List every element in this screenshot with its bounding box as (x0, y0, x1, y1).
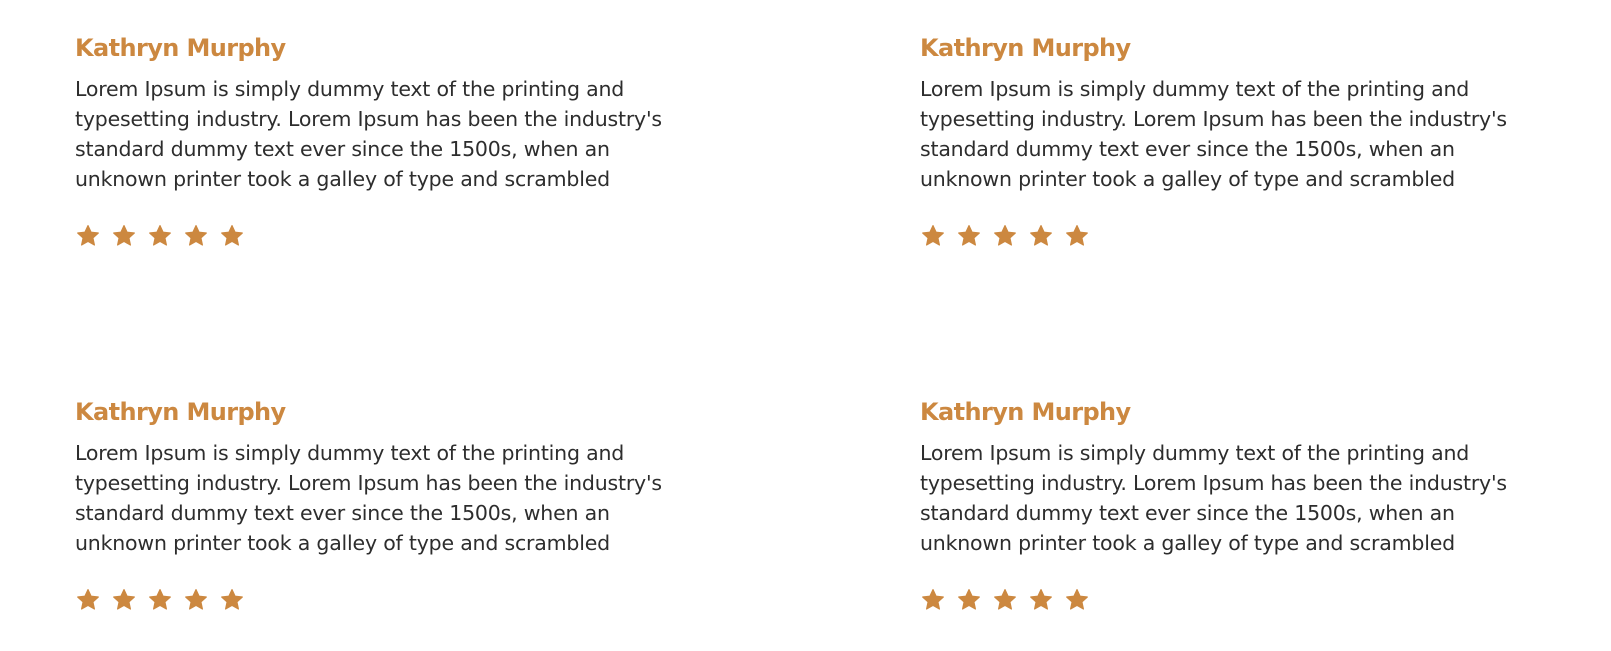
review-text: Lorem Ipsum is simply dummy text of the … (920, 438, 1560, 558)
testimonial-card: Kathryn Murphy Lorem Ipsum is simply dum… (75, 30, 715, 251)
star-icon (184, 224, 208, 248)
review-text: Lorem Ipsum is simply dummy text of the … (75, 74, 715, 194)
star-icon (112, 588, 136, 612)
review-text-line: Lorem Ipsum is simply dummy text of the … (75, 77, 625, 101)
star-icon (957, 588, 981, 612)
review-text-line: standard dummy text ever since the 1500s… (920, 501, 1455, 525)
star-icon (1065, 588, 1089, 612)
star-icon (220, 588, 244, 612)
review-text: Lorem Ipsum is simply dummy text of the … (920, 74, 1560, 194)
review-text-line: typesetting industry. Lorem Ipsum has be… (75, 471, 662, 495)
review-text-line: Lorem Ipsum is simply dummy text of the … (920, 441, 1470, 465)
review-text-line: unknown printer took a galley of type an… (920, 167, 1455, 191)
review-text-line: unknown printer took a galley of type an… (75, 531, 610, 555)
testimonial-card: Kathryn Murphy Lorem Ipsum is simply dum… (75, 394, 715, 615)
testimonials-grid: Kathryn Murphy Lorem Ipsum is simply dum… (75, 30, 1575, 640)
review-text-line: Lorem Ipsum is simply dummy text of the … (75, 441, 625, 465)
star-rating (75, 585, 715, 615)
review-text-line: standard dummy text ever since the 1500s… (920, 137, 1455, 161)
star-icon (993, 224, 1017, 248)
review-text-line: Lorem Ipsum is simply dummy text of the … (920, 77, 1470, 101)
star-icon (921, 224, 945, 248)
star-icon (921, 588, 945, 612)
star-icon (148, 224, 172, 248)
star-icon (76, 224, 100, 248)
testimonial-card: Kathryn Murphy Lorem Ipsum is simply dum… (920, 30, 1560, 251)
review-text-line: standard dummy text ever since the 1500s… (75, 137, 610, 161)
reviewer-name: Kathryn Murphy (920, 398, 1131, 426)
star-rating (920, 221, 1560, 251)
reviewer-name: Kathryn Murphy (920, 34, 1131, 62)
star-icon (1029, 224, 1053, 248)
star-icon (1065, 224, 1089, 248)
review-text-line: standard dummy text ever since the 1500s… (75, 501, 610, 525)
star-icon (993, 588, 1017, 612)
reviewer-name: Kathryn Murphy (75, 34, 286, 62)
star-icon (76, 588, 100, 612)
star-icon (957, 224, 981, 248)
review-text-line: typesetting industry. Lorem Ipsum has be… (75, 107, 662, 131)
star-icon (148, 588, 172, 612)
star-icon (1029, 588, 1053, 612)
star-icon (184, 588, 208, 612)
review-text-line: typesetting industry. Lorem Ipsum has be… (920, 471, 1507, 495)
star-icon (112, 224, 136, 248)
star-icon (220, 224, 244, 248)
review-text-line: unknown printer took a galley of type an… (75, 167, 610, 191)
reviewer-name: Kathryn Murphy (75, 398, 286, 426)
star-rating (920, 585, 1560, 615)
testimonial-card: Kathryn Murphy Lorem Ipsum is simply dum… (920, 394, 1560, 615)
review-text-line: unknown printer took a galley of type an… (920, 531, 1455, 555)
review-text: Lorem Ipsum is simply dummy text of the … (75, 438, 715, 558)
review-text-line: typesetting industry. Lorem Ipsum has be… (920, 107, 1507, 131)
star-rating (75, 221, 715, 251)
